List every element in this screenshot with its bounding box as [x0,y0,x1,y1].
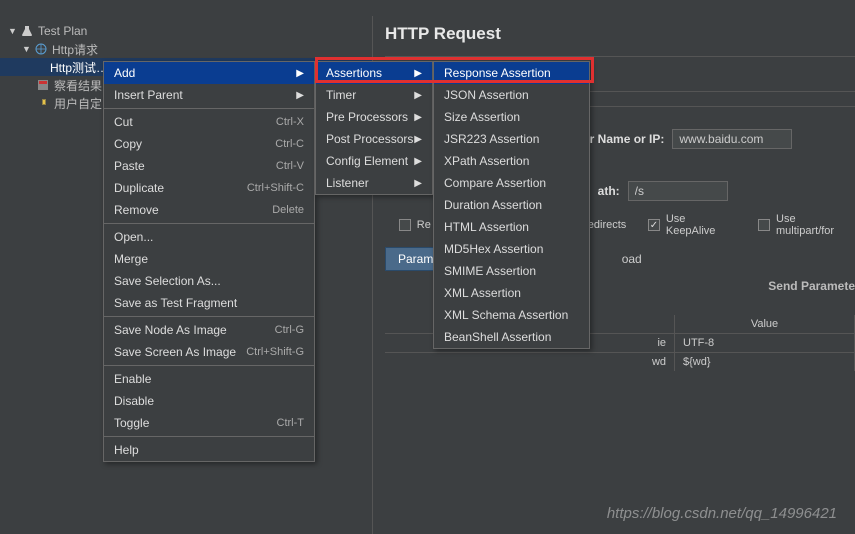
tree-http-test-label: Http测试… [50,59,108,76]
menu-copy[interactable]: CopyCtrl-C [104,133,314,155]
cell-value: ${wd} [675,353,855,371]
tab-oad[interactable]: oad [610,248,654,270]
menu-toggle[interactable]: ToggleCtrl-T [104,412,314,434]
menu-merge[interactable]: Merge [104,248,314,270]
keepalive-label: Use KeepAlive [666,213,737,237]
assertions-submenu: Response Assertion JSON Assertion Size A… [433,61,590,349]
server-label: er Name or IP: [583,132,664,146]
assertion-jsr223[interactable]: JSR223 Assertion [434,128,589,150]
toolbar-btn-1[interactable] [10,0,28,12]
assertion-json[interactable]: JSON Assertion [434,84,589,106]
menu-add[interactable]: Add▶ [104,62,314,84]
tree-test-plan-label: Test Plan [38,24,87,38]
submenu-preprocessors[interactable]: Pre Processors▶ [316,106,432,128]
assertion-xmlschema[interactable]: XML Schema Assertion [434,304,589,326]
assertion-xml[interactable]: XML Assertion [434,282,589,304]
assertion-html[interactable]: HTML Assertion [434,216,589,238]
tree-view-results-label: 察看结果 [54,77,102,94]
submenu-listener[interactable]: Listener▶ [316,172,432,194]
add-submenu: Assertions▶ Timer▶ Pre Processors▶ Post … [315,61,433,195]
path-label: ath: [598,184,620,198]
chevron-right-icon: ▶ [414,134,422,145]
keepalive-checkbox[interactable] [648,219,660,231]
assertion-size[interactable]: Size Assertion [434,106,589,128]
menu-separator [104,108,314,109]
assertion-smime[interactable]: SMIME Assertion [434,260,589,282]
chevron-right-icon: ▶ [296,90,304,101]
menu-cut[interactable]: CutCtrl-X [104,111,314,133]
gear-icon [36,96,50,110]
re-label: Re [417,219,431,231]
re-checkbox[interactable] [399,219,411,231]
menu-separator [104,436,314,437]
watermark: https://blog.csdn.net/qq_14996421 [607,505,837,522]
assertion-beanshell[interactable]: BeanShell Assertion [434,326,589,348]
menu-save-screen-image[interactable]: Save Screen As ImageCtrl+Shift-G [104,341,314,363]
chevron-right-icon: ▶ [414,68,422,79]
tree-arrow-icon: ▼ [8,26,16,36]
submenu-config[interactable]: Config Element▶ [316,150,432,172]
menu-duplicate[interactable]: DuplicateCtrl+Shift-C [104,177,314,199]
multipart-label: Use multipart/for [776,213,855,237]
testplan-icon [20,24,34,38]
tree-arrow-icon: ▼ [22,44,30,54]
path-input[interactable] [628,181,728,201]
menu-save-fragment[interactable]: Save as Test Fragment [104,292,314,314]
table-row[interactable]: wd ${wd} [385,352,855,371]
chevron-right-icon: ▶ [414,156,422,167]
menu-disable[interactable]: Disable [104,390,314,412]
tree-http-request[interactable]: ▼ Http请求 [0,40,372,58]
menu-separator [104,316,314,317]
tree-test-plan[interactable]: ▼ Test Plan [0,22,372,40]
chevron-right-icon: ▶ [414,90,422,101]
menu-open[interactable]: Open... [104,226,314,248]
menu-separator [104,223,314,224]
submenu-assertions[interactable]: Assertions▶ [316,62,432,84]
submenu-postprocessors[interactable]: Post Processors▶ [316,128,432,150]
divider [385,56,855,57]
assertion-response[interactable]: Response Assertion [434,62,589,84]
submenu-timer[interactable]: Timer▶ [316,84,432,106]
menu-insert-parent[interactable]: Insert Parent▶ [104,84,314,106]
globe-icon [34,42,48,56]
chevron-right-icon: ▶ [414,112,422,123]
chevron-right-icon: ▶ [296,68,304,79]
menu-help[interactable]: Help [104,439,314,461]
menu-save-node-image[interactable]: Save Node As ImageCtrl-G [104,319,314,341]
assertion-duration[interactable]: Duration Assertion [434,194,589,216]
context-menu: Add▶ Insert Parent▶ CutCtrl-X CopyCtrl-C… [103,61,315,462]
toolbar [0,0,855,16]
menu-enable[interactable]: Enable [104,368,314,390]
tree-http-req-label: Http请求 [52,41,98,58]
assertion-xpath[interactable]: XPath Assertion [434,150,589,172]
menu-separator [104,365,314,366]
cell-value: UTF-8 [675,334,855,352]
assertion-compare[interactable]: Compare Assertion [434,172,589,194]
multipart-checkbox[interactable] [758,219,770,231]
menu-remove[interactable]: RemoveDelete [104,199,314,221]
assertion-md5hex[interactable]: MD5Hex Assertion [434,238,589,260]
chevron-right-icon: ▶ [414,178,422,189]
col-value: Value [675,315,855,333]
results-icon [36,78,50,92]
server-input[interactable] [672,129,792,149]
cell-name: wd [385,353,675,371]
menu-paste[interactable]: PasteCtrl-V [104,155,314,177]
menu-save-selection[interactable]: Save Selection As... [104,270,314,292]
page-title: HTTP Request [385,24,855,44]
tree-user-def-label: 用户自定 [54,95,102,112]
